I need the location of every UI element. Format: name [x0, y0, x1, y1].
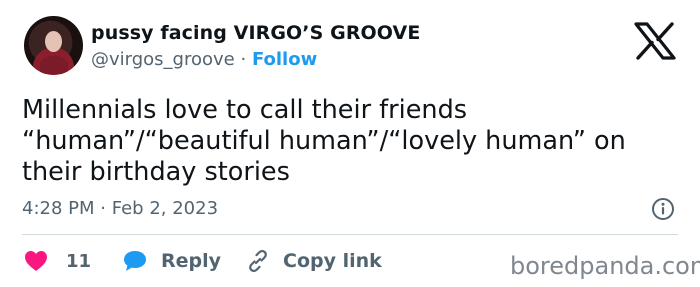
tweet-text: Millennials love to call their friends “… — [22, 95, 672, 188]
tweet-text-line: “human”/“beautiful human”/“lovely human”… — [22, 126, 626, 156]
speech-bubble-icon — [124, 251, 146, 271]
tweet-text-line: their birthday stories — [22, 157, 290, 187]
author-handle[interactable]: @virgos_groove — [91, 49, 235, 70]
avatar-face — [45, 31, 62, 52]
tweet-time: 4:28 PM — [22, 198, 95, 219]
timestamp-separator: · — [100, 198, 106, 219]
avatar-clothing — [40, 56, 68, 74]
tweet-text-line: Millennials love to call their friends — [22, 95, 468, 125]
info-icon[interactable] — [651, 197, 675, 221]
tweet-date: Feb 2, 2023 — [111, 198, 219, 219]
like-count: 11 — [66, 250, 92, 272]
reply-label: Reply — [161, 250, 222, 272]
copy-link-button[interactable]: Copy link — [246, 246, 382, 276]
follow-button[interactable]: Follow — [252, 49, 317, 70]
copy-link-label: Copy link — [283, 250, 382, 272]
link-icon — [249, 249, 267, 273]
watermark: boredpanda.com — [510, 252, 700, 280]
handle-separator: · — [240, 49, 247, 70]
like-button[interactable]: 11 — [24, 246, 91, 276]
tweet-timestamp[interactable]: 4:28 PM · Feb 2, 2023 — [22, 198, 218, 219]
author-handle-row: @virgos_groove · Follow — [91, 49, 317, 70]
author-display-name[interactable]: pussy facing VIRGO’S GROOVE — [91, 22, 420, 44]
heart-icon — [25, 251, 47, 271]
reply-button[interactable]: Reply — [122, 246, 221, 276]
divider — [22, 234, 678, 235]
avatar[interactable] — [24, 16, 83, 75]
x-logo-icon[interactable] — [634, 22, 676, 60]
